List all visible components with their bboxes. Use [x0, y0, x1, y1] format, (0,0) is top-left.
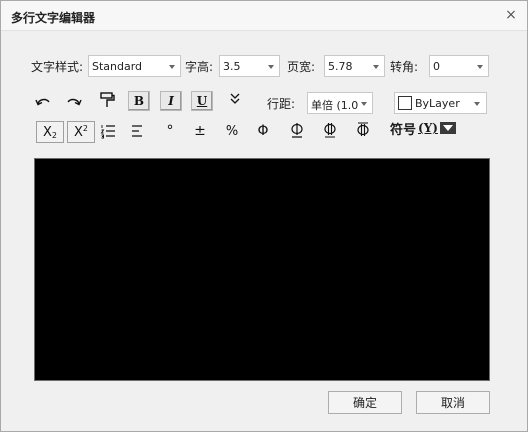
dropdown-arrow-icon [373, 65, 379, 69]
underline-button[interactable]: U [191, 91, 213, 111]
diameter-underline-icon[interactable] [286, 120, 308, 140]
degree-symbol-button[interactable]: ° [159, 121, 181, 141]
line-spacing-label: 行距: [267, 97, 296, 111]
rotation-value: 0 [433, 60, 440, 73]
text-style-label: 文字样式: [31, 60, 84, 74]
bold-button[interactable]: B [128, 91, 150, 111]
subscript-base: X [43, 124, 52, 140]
text-style-select[interactable]: Standard [88, 55, 181, 77]
percent-button[interactable]: % [221, 121, 243, 141]
dropdown-arrow-icon [361, 102, 367, 106]
text-style-value: Standard [92, 60, 143, 73]
symbol-shortcut: (Y) [418, 121, 438, 135]
dialog-title: 多行文字编辑器 [11, 11, 96, 25]
format-painter-icon[interactable] [96, 90, 118, 110]
rotation-select[interactable]: 0 [429, 55, 489, 77]
text-height-select[interactable]: 3.5 [219, 55, 280, 77]
close-icon[interactable]: × [503, 7, 519, 23]
text-height-label: 字高: [185, 60, 214, 74]
dropdown-arrow-icon [268, 65, 274, 69]
color-value: ByLayer [415, 97, 460, 110]
dropdown-arrow-icon [474, 102, 480, 106]
redo-icon[interactable] [63, 91, 85, 111]
numbered-list-icon[interactable] [97, 121, 119, 141]
superscript-button[interactable]: X2 [67, 121, 95, 143]
expand-chevron-icon[interactable] [224, 89, 246, 109]
dropdown-arrow-icon [439, 122, 456, 134]
diameter-symbol-button[interactable]: Φ [252, 121, 274, 141]
page-width-select[interactable]: 5.78 [324, 55, 385, 77]
diameter-double-icon[interactable] [319, 120, 341, 140]
subscript-button[interactable]: X2 [36, 121, 64, 143]
cancel-button[interactable]: 取消 [416, 391, 490, 414]
symbol-menu[interactable]: 符号 (Y) [390, 119, 456, 138]
line-spacing-select[interactable]: 单倍 (1.0 [307, 92, 373, 114]
text-height-value: 3.5 [223, 60, 241, 73]
page-width-value: 5.78 [328, 60, 353, 73]
superscript-mark: 2 [82, 124, 88, 133]
text-editor-area[interactable] [34, 158, 490, 381]
color-swatch [398, 96, 412, 110]
align-left-icon[interactable] [126, 121, 148, 141]
title-bar: 多行文字编辑器 × [1, 1, 527, 31]
plus-minus-button[interactable]: ± [189, 121, 211, 141]
page-width-label: 页宽: [287, 60, 316, 74]
color-select[interactable]: ByLayer [394, 92, 487, 114]
rotation-label: 转角: [390, 60, 419, 74]
symbol-label: 符号 [390, 122, 417, 138]
subscript-mark: 2 [51, 131, 57, 140]
italic-button[interactable]: I [160, 91, 182, 111]
superscript-base: X [74, 124, 83, 140]
line-spacing-value: 单倍 (1.0 [311, 99, 359, 112]
dropdown-arrow-icon [169, 65, 175, 69]
undo-icon[interactable] [32, 91, 54, 111]
ok-button[interactable]: 确定 [328, 391, 402, 414]
diameter-overline-icon[interactable] [352, 120, 374, 140]
dropdown-arrow-icon [477, 65, 483, 69]
mtext-editor-dialog: 多行文字编辑器 × 文字样式: Standard 字高: 3.5 页宽: 5.7… [0, 0, 528, 432]
